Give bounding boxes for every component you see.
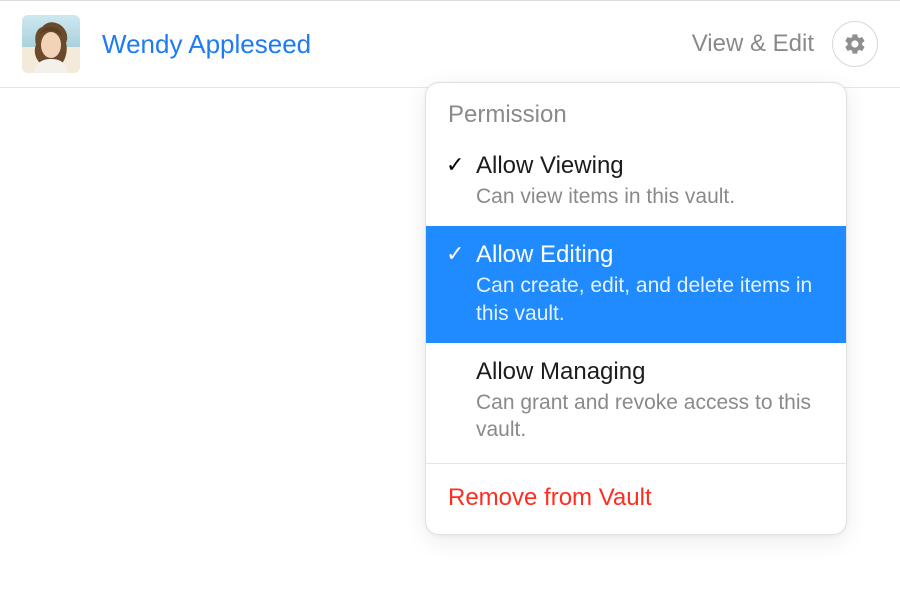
check-icon: ✓ [446,151,476,179]
user-name-link[interactable]: Wendy Appleseed [102,29,692,60]
permission-title: Allow Viewing [476,151,826,181]
user-row: Wendy Appleseed View & Edit [0,0,900,88]
permission-title: Allow Editing [476,240,826,270]
permission-description: Can view items in this vault. [476,183,826,210]
permission-option-viewing[interactable]: ✓ Allow Viewing Can view items in this v… [426,137,846,226]
permission-popover: Permission ✓ Allow Viewing Can view item… [425,82,847,535]
permission-option-managing[interactable]: Allow Managing Can grant and revoke acce… [426,343,846,460]
remove-from-vault[interactable]: Remove from Vault [426,464,846,534]
popover-header: Permission [426,83,846,137]
settings-button[interactable] [832,21,878,67]
check-icon: ✓ [446,240,476,268]
gear-icon [843,32,867,56]
permission-option-editing[interactable]: ✓ Allow Editing Can create, edit, and de… [426,226,846,343]
permission-description: Can grant and revoke access to this vaul… [476,389,826,444]
avatar[interactable] [22,15,80,73]
permission-summary: View & Edit [692,30,814,58]
permission-description: Can create, edit, and delete items in th… [476,272,826,327]
permission-title: Allow Managing [476,357,826,387]
